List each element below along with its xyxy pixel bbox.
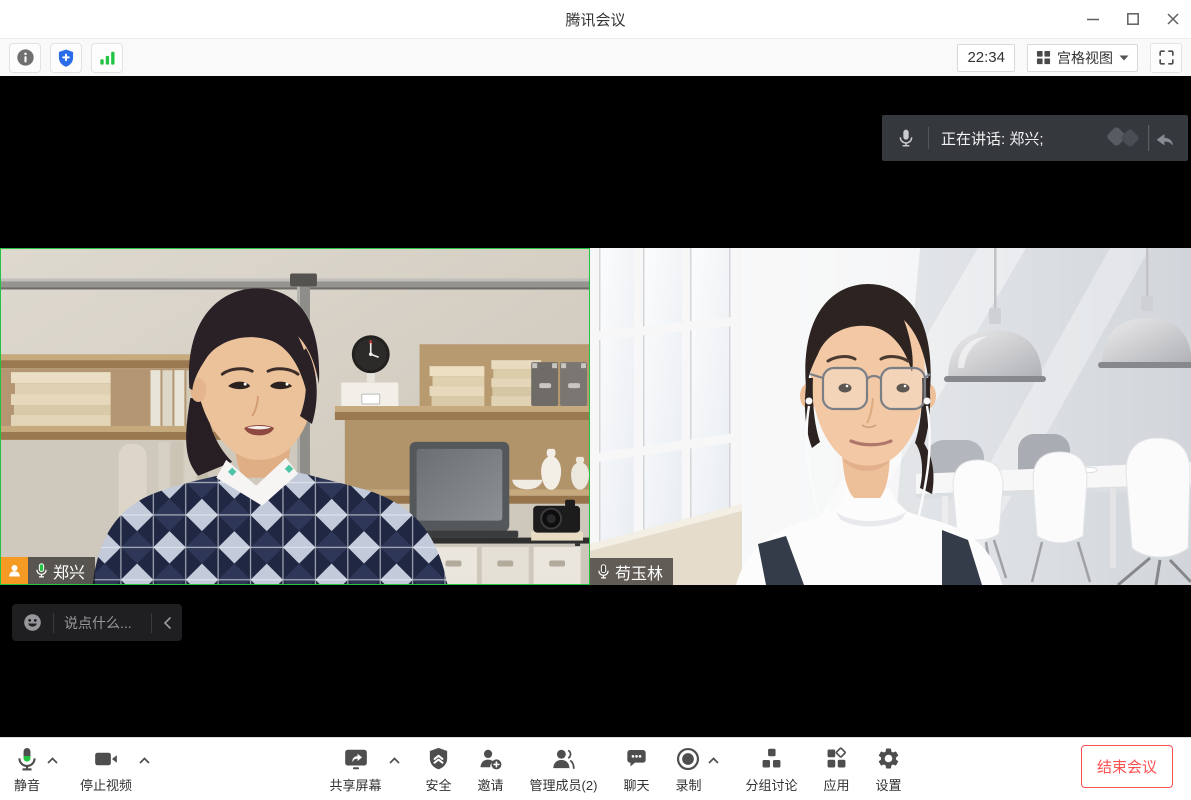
close-button[interactable] [1165, 11, 1181, 27]
bottom-toolbar: 静音 停止视频 [0, 737, 1191, 800]
security-shield-icon [426, 746, 451, 771]
share-screen-button[interactable]: 共享屏幕 [330, 745, 382, 794]
window-title: 腾讯会议 [0, 0, 1191, 38]
meeting-info-button[interactable] [9, 43, 41, 73]
security-label: 安全 [426, 775, 452, 794]
minimize-icon [1086, 12, 1100, 26]
apps-button[interactable]: 应用 [823, 745, 849, 794]
info-icon [16, 48, 35, 67]
chevron-up-icon [389, 756, 400, 764]
video-options-chevron[interactable] [139, 756, 150, 764]
mute-options-chevron[interactable] [47, 756, 58, 764]
record-button[interactable]: 录制 [675, 745, 701, 794]
chat-label: 聊天 [623, 775, 649, 794]
video-stage: 正在讲话: 郑兴; [0, 76, 1191, 737]
stop-video-button[interactable]: 停止视频 [80, 745, 132, 794]
top-toolbar: 22:34 宫格视图 [0, 39, 1191, 76]
invite-icon [478, 746, 504, 772]
titlebar: 腾讯会议 [0, 0, 1191, 39]
grid-view-icon [1036, 50, 1051, 65]
shield-plus-icon [56, 48, 76, 68]
fullscreen-icon [1157, 48, 1176, 67]
chevron-up-icon [47, 756, 58, 764]
share-options-chevron[interactable] [389, 756, 400, 764]
record-options-chevron[interactable] [708, 756, 719, 764]
mic-icon [896, 128, 916, 148]
layout-view-selector[interactable]: 宫格视图 [1027, 44, 1138, 72]
interpretation-icon [1102, 123, 1148, 153]
invite-label: 邀请 [478, 775, 504, 794]
tencent-meeting-window: 腾讯会议 22 [0, 0, 1191, 800]
record-label: 录制 [675, 775, 701, 794]
video-tile-zhengxing[interactable]: 郑兴 [0, 248, 590, 585]
active-speaker-text: 正在讲话: 郑兴; [941, 128, 1102, 149]
apps-icon [824, 746, 849, 771]
settings-label: 设置 [876, 775, 902, 794]
caret-down-icon [1119, 55, 1129, 61]
host-badge [1, 557, 28, 584]
mute-label: 静音 [14, 775, 40, 794]
mic-active-icon [33, 562, 50, 579]
meeting-timer: 22:34 [957, 44, 1015, 72]
participant-name: 郑兴 [53, 559, 85, 583]
settings-button[interactable]: 设置 [876, 745, 902, 794]
mute-button[interactable]: 静音 [14, 745, 40, 794]
active-speaker-banner: 正在讲话: 郑兴; [882, 115, 1188, 161]
minimize-button[interactable] [1085, 11, 1101, 27]
chevron-left-icon[interactable] [162, 616, 172, 630]
chat-bubble-icon [624, 746, 649, 771]
chevron-up-icon [708, 756, 719, 764]
meeting-time: 22:34 [967, 49, 1005, 66]
share-screen-icon [343, 746, 369, 772]
fullscreen-button[interactable] [1150, 43, 1182, 73]
invite-button[interactable]: 邀请 [478, 745, 504, 794]
camera-icon [93, 746, 119, 772]
video-feed-gouyulin [590, 248, 1191, 585]
record-icon [675, 746, 701, 772]
person-icon [6, 562, 23, 579]
chat-button[interactable]: 聊天 [623, 745, 649, 794]
video-feed-zhengxing [1, 249, 589, 584]
settings-gear-icon [876, 746, 901, 771]
security-status-button[interactable] [50, 43, 82, 73]
chat-quick-input[interactable]: 说点什么... [12, 604, 182, 641]
breakout-rooms-icon [759, 746, 784, 771]
mic-level-icon [14, 746, 40, 772]
maximize-button[interactable] [1125, 11, 1141, 27]
chat-input-placeholder[interactable]: 说点什么... [64, 613, 141, 633]
participant-label-zhengxing: 郑兴 [1, 557, 95, 584]
breakout-rooms-button[interactable]: 分组讨论 [745, 745, 797, 794]
network-quality-icon [97, 48, 117, 68]
breakout-rooms-label: 分组讨论 [745, 775, 797, 794]
stop-video-label: 停止视频 [80, 775, 132, 794]
end-meeting-button[interactable]: 结束会议 [1081, 745, 1173, 788]
emoji-icon[interactable] [22, 612, 43, 633]
maximize-icon [1126, 12, 1140, 26]
chevron-up-icon [139, 756, 150, 764]
mic-icon [595, 563, 612, 580]
members-icon [550, 746, 576, 772]
network-quality-button[interactable] [91, 43, 123, 73]
participant-name: 苟玉林 [615, 560, 663, 584]
reply-arrow-icon[interactable] [1150, 126, 1178, 150]
apps-label: 应用 [823, 775, 849, 794]
security-button[interactable]: 安全 [426, 745, 452, 794]
video-tile-gouyulin[interactable]: 苟玉林 [590, 248, 1191, 585]
manage-members-label: 管理成员(2) [530, 775, 598, 794]
participant-label-gouyulin: 苟玉林 [590, 558, 673, 585]
manage-members-button[interactable]: 管理成员(2) [530, 745, 598, 794]
share-screen-label: 共享屏幕 [330, 775, 382, 794]
view-mode-label: 宫格视图 [1057, 48, 1113, 68]
close-icon [1166, 12, 1180, 26]
